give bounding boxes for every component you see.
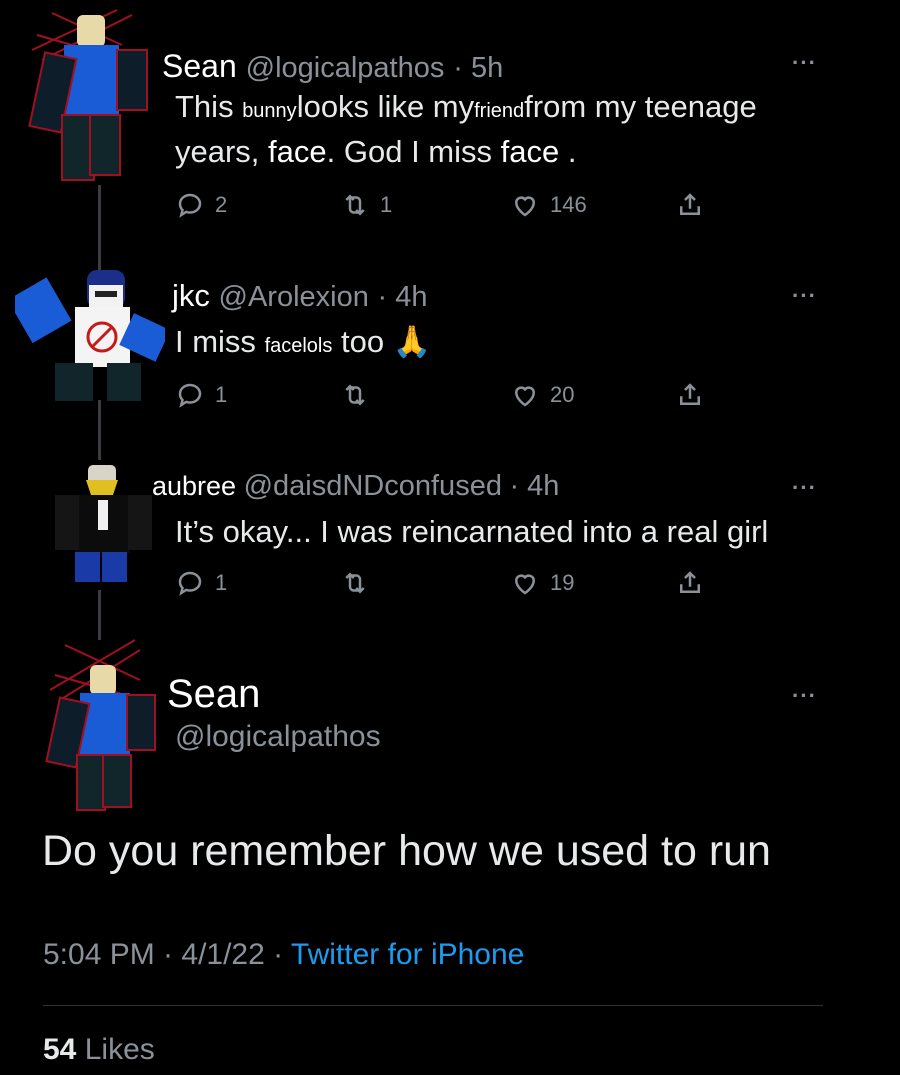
reply-button[interactable]: 1 xyxy=(175,568,227,598)
share-icon xyxy=(680,383,700,405)
tweet-text: Do you remember how we used to run xyxy=(42,827,771,875)
heart-icon xyxy=(514,574,536,595)
reply-icon xyxy=(178,383,202,408)
retweet-icon xyxy=(345,194,365,216)
tweet-header: Sean @logicalpathos · 5h xyxy=(162,48,503,85)
likes-count: 54 xyxy=(43,1033,77,1066)
share-button[interactable] xyxy=(675,380,705,410)
username[interactable]: @daisdNDconfused xyxy=(244,470,502,502)
retweet-button[interactable] xyxy=(340,380,380,410)
display-name[interactable]: jkc xyxy=(172,278,210,313)
more-icon[interactable]: ··· xyxy=(792,683,817,709)
like-button[interactable]: 19 xyxy=(510,568,574,598)
heart-icon xyxy=(514,386,536,407)
tweet-actions: 2 1 146 xyxy=(175,190,735,230)
thread-line xyxy=(98,185,101,270)
display-name[interactable]: Sean xyxy=(162,48,237,84)
tweet-actions: 1 19 xyxy=(175,568,735,608)
share-button[interactable] xyxy=(675,568,705,598)
reply-button[interactable]: 2 xyxy=(175,190,227,220)
avatar-image xyxy=(45,639,156,811)
tweet-actions: 1 20 xyxy=(175,380,735,420)
username[interactable]: @logicalpathos xyxy=(175,720,381,754)
avatar[interactable] xyxy=(7,265,171,415)
display-name[interactable]: Sean xyxy=(167,672,260,717)
overlay-text: face xyxy=(500,134,560,169)
likes-label: Likes xyxy=(84,1033,155,1066)
likes-stat[interactable]: 54 Likes xyxy=(43,1033,155,1067)
overlay-text: bunny xyxy=(242,100,297,122)
avatar[interactable] xyxy=(22,5,172,181)
avatar-image xyxy=(28,9,148,181)
tweet-header: jkc @Arolexion · 4h xyxy=(172,278,427,314)
emoji: 🙏 xyxy=(392,324,432,359)
overlay-text: friend xyxy=(474,100,525,122)
retweet-button[interactable] xyxy=(340,568,380,598)
more-icon[interactable]: ··· xyxy=(792,283,817,309)
overlay-text: face xyxy=(268,134,327,169)
overlay-text: facelols xyxy=(264,335,333,357)
tweet-text: I miss facelols too 🙏 xyxy=(175,324,432,359)
timestamp[interactable]: · 5h xyxy=(453,52,503,84)
tweet-text: This bunnylooks like myfriendfrom my tee… xyxy=(175,89,757,124)
share-button[interactable] xyxy=(675,190,705,220)
username[interactable]: @Arolexion xyxy=(219,281,369,313)
avatar-image xyxy=(55,465,152,582)
share-icon xyxy=(680,571,700,593)
tweet-text: years, face. God I miss face . xyxy=(175,134,577,169)
divider xyxy=(43,1005,823,1006)
share-icon xyxy=(680,193,700,215)
source-link[interactable]: Twitter for iPhone xyxy=(291,938,524,971)
reply-icon xyxy=(178,571,202,596)
tweet-header: aubree @daisdNDconfused · 4h xyxy=(152,470,559,503)
retweet-button[interactable]: 1 xyxy=(340,190,392,220)
retweet-icon xyxy=(345,384,365,406)
timestamp[interactable]: · 4h xyxy=(377,281,427,313)
timestamp[interactable]: · 4h xyxy=(509,470,559,502)
heart-icon xyxy=(514,196,536,217)
post-timestamp[interactable]: 5:04 PM · 4/1/22 · xyxy=(43,938,291,971)
avatar-image xyxy=(7,270,171,401)
like-button[interactable]: 146 xyxy=(510,190,587,220)
retweet-icon xyxy=(345,572,365,594)
reply-icon xyxy=(178,193,202,218)
more-icon[interactable]: ··· xyxy=(792,475,817,501)
like-button[interactable]: 20 xyxy=(510,380,574,410)
tweet-text: It’s okay... I was reincarnated into a r… xyxy=(175,514,769,549)
display-name[interactable]: aubree xyxy=(152,471,236,501)
username[interactable]: @logicalpathos xyxy=(246,52,445,84)
more-icon[interactable]: ··· xyxy=(792,50,817,76)
reply-button[interactable]: 1 xyxy=(175,380,227,410)
tweet-metadata: 5:04 PM · 4/1/22 · Twitter for iPhone xyxy=(43,938,524,972)
